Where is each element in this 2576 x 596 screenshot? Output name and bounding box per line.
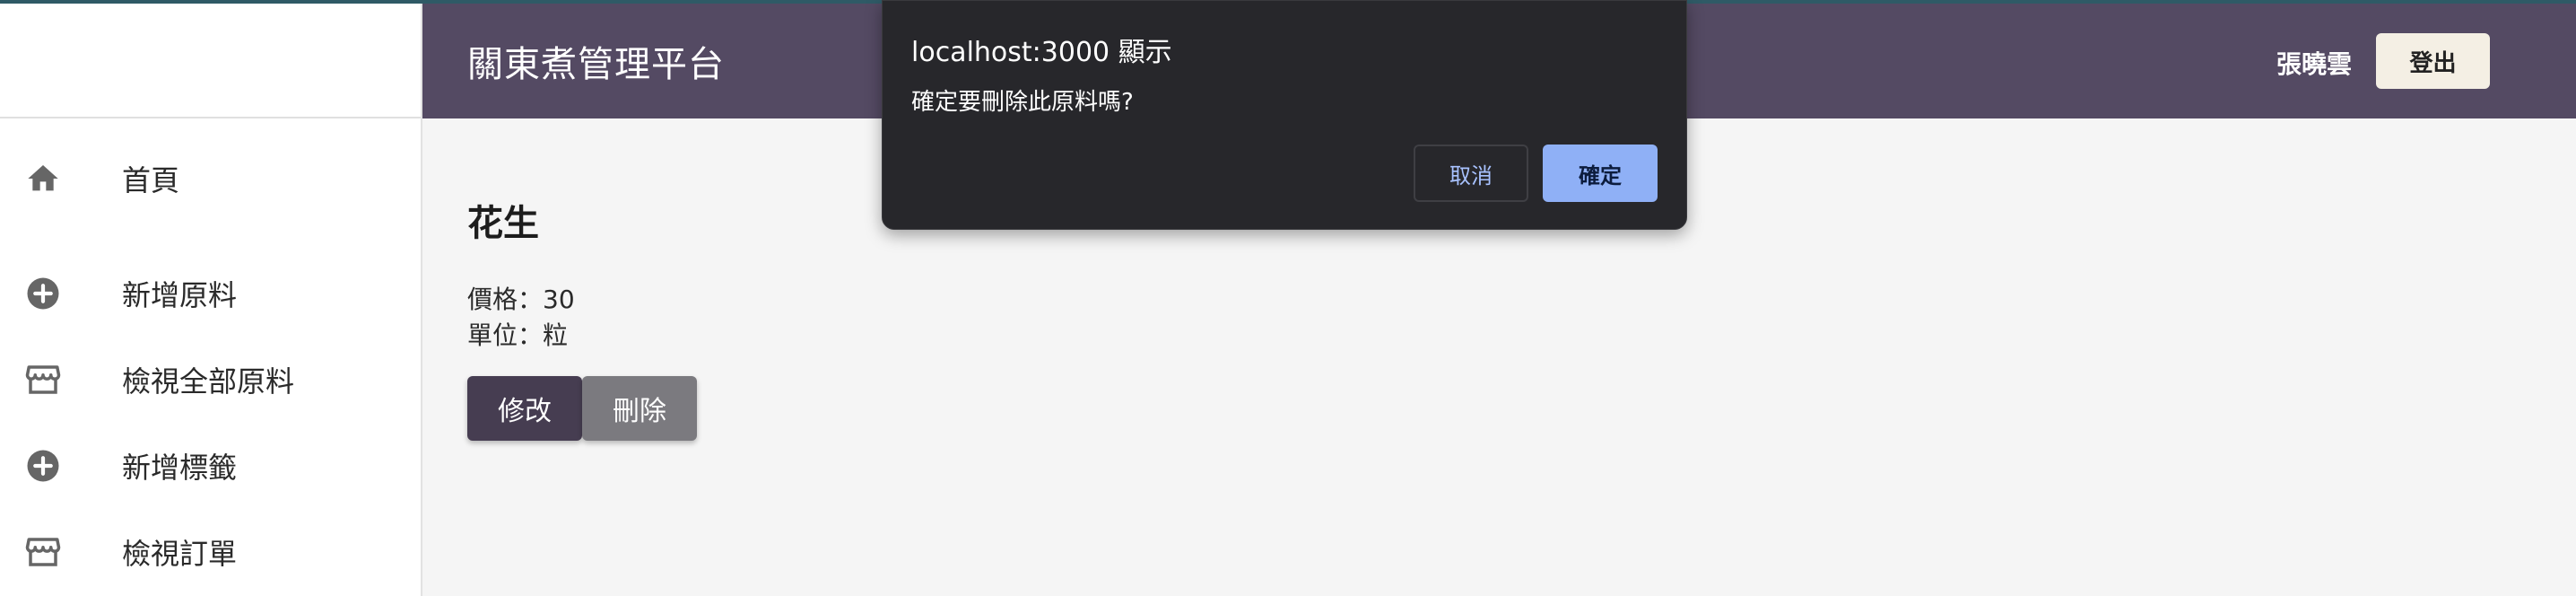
confirm-dialog: localhost:3000 顯示 確定要刪除此原料嗎? 取消 確定 bbox=[882, 0, 1687, 230]
confirm-button[interactable]: 確定 bbox=[1543, 145, 1658, 202]
sidebar-item-label: 新增原料 bbox=[122, 278, 238, 312]
sidebar-item-view-ingredients[interactable]: 檢視全部原料 bbox=[0, 344, 421, 416]
sidebar-header bbox=[0, 4, 421, 118]
sidebar-item-add-tag[interactable]: 新增標籤 bbox=[0, 430, 421, 502]
add-circle-icon bbox=[23, 274, 63, 313]
sidebar-item-label: 檢視全部原料 bbox=[122, 364, 295, 399]
home-icon bbox=[23, 159, 63, 198]
dialog-title: localhost:3000 顯示 bbox=[911, 37, 1172, 68]
sidebar-item-label: 新增標籤 bbox=[122, 451, 238, 485]
app-title: 關東煮管理平台 bbox=[467, 44, 725, 85]
sidebar-item-label: 檢視訂單 bbox=[122, 537, 238, 571]
dialog-message: 確定要刪除此原料嗎? bbox=[911, 89, 1134, 116]
store-icon bbox=[23, 360, 63, 399]
logout-button[interactable]: 登出 bbox=[2376, 33, 2490, 89]
store-icon bbox=[23, 532, 63, 572]
sidebar: 首頁 新增原料 檢視全部原料 新增標籤 檢視訂單 bbox=[0, 4, 422, 596]
ingredient-unit: 單位：粒 bbox=[467, 320, 569, 350]
add-circle-icon bbox=[23, 446, 63, 486]
delete-button[interactable]: 刪除 bbox=[582, 376, 697, 441]
sidebar-item-label: 首頁 bbox=[122, 163, 180, 197]
sidebar-item-home[interactable]: 首頁 bbox=[0, 143, 421, 215]
user-name: 張曉雲 bbox=[2276, 49, 2352, 79]
ingredient-price: 價格：30 bbox=[467, 285, 575, 314]
edit-button[interactable]: 修改 bbox=[467, 376, 582, 441]
sidebar-item-add-ingredient[interactable]: 新增原料 bbox=[0, 258, 421, 329]
ingredient-name: 花生 bbox=[467, 203, 539, 244]
cancel-button[interactable]: 取消 bbox=[1414, 145, 1528, 202]
sidebar-item-view-orders[interactable]: 檢視訂單 bbox=[0, 516, 421, 588]
